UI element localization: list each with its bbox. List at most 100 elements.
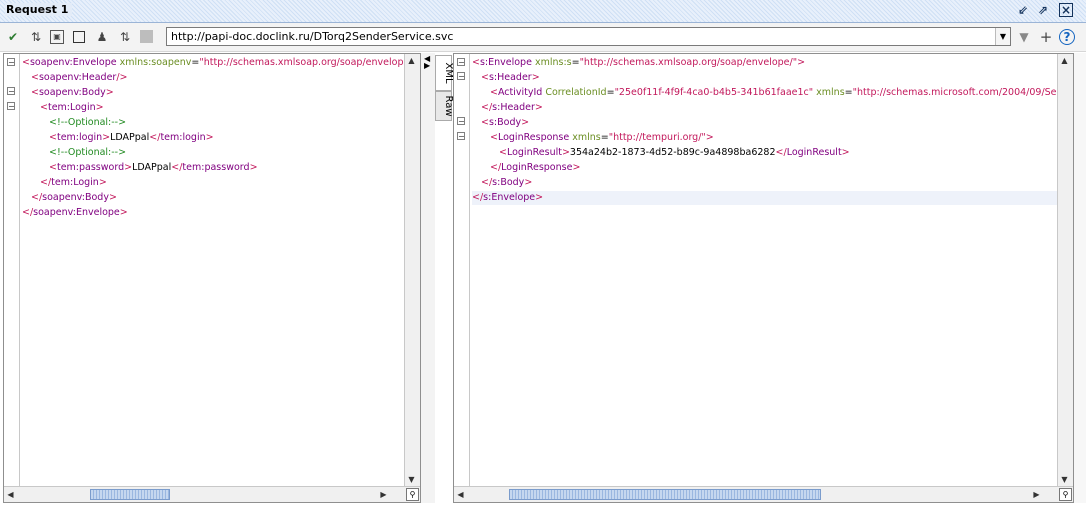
xml-token: "http://schemas.xmlsoap.org/soap/envelop…	[579, 57, 798, 68]
fold-toggle[interactable]: −	[457, 58, 465, 67]
fold-toggle[interactable]: −	[457, 117, 465, 126]
xml-token: s:Body	[492, 177, 525, 188]
xml-line: <!--Optional:-->	[49, 116, 126, 130]
request-xml-editor[interactable]: <soapenv:Envelope xmlns:soapenv="http://…	[20, 54, 404, 486]
detach-icon[interactable]: ⇙	[1016, 3, 1030, 17]
xml-token: soapenv:Body	[38, 87, 106, 98]
inactive-square-icon[interactable]	[140, 30, 153, 43]
xml-line: <tem:Login>	[40, 101, 104, 115]
scroll-right-icon[interactable]: ▶	[1030, 488, 1043, 501]
xml-token: LoginResponse	[501, 162, 573, 173]
xml-token: </	[775, 147, 787, 158]
window-edge	[1074, 53, 1086, 503]
endpoint-input[interactable]	[167, 28, 995, 45]
xml-token: s:Envelope	[483, 192, 536, 203]
xml-line: <soapenv:Envelope xmlns:soapenv="http://…	[22, 56, 403, 70]
scroll-down-icon[interactable]: ▼	[1058, 473, 1071, 486]
xml-line: <ActivityId CorrelationId="25e0f11f-4f9f…	[490, 86, 1057, 100]
xml-token: tem:password	[182, 162, 250, 173]
stop-icon[interactable]	[73, 31, 85, 43]
xml-token: <	[22, 57, 30, 68]
xml-line: </s:Header>	[481, 101, 543, 115]
endpoint-field[interactable]: ▼	[166, 27, 1011, 46]
xml-token: LoginResponse	[497, 132, 570, 143]
response-xml-editor[interactable]: <s:Envelope xmlns:s="http://schemas.xmls…	[470, 54, 1057, 486]
xml-line: <soapenv:Body>	[31, 86, 114, 100]
panel-splitter[interactable]: ◀ ▶	[421, 53, 435, 503]
chevron-down-icon[interactable]: ▼	[995, 28, 1010, 45]
split-horizontal-icon[interactable]: ⇅	[28, 29, 44, 45]
xml-token: >	[108, 192, 117, 203]
xml-token: s:Envelope	[479, 57, 532, 68]
xml-token: LDAPpal	[132, 162, 172, 173]
collapse-arrows-icon[interactable]: ◀ ▶	[424, 55, 430, 70]
user-icon[interactable]: ♟	[94, 29, 110, 45]
xml-token: </	[472, 192, 484, 203]
scroll-left-icon[interactable]: ◀	[4, 488, 17, 501]
fold-toggle[interactable]: −	[457, 72, 465, 81]
split-vertical-icon[interactable]: ⇅	[117, 29, 133, 45]
zoom-icon[interactable]: ⚲	[406, 488, 419, 501]
close-icon[interactable]: ×	[1059, 3, 1073, 17]
xml-token: soapenv:Envelope	[33, 207, 120, 218]
xml-line: <tem:password>LDAPpal</tem:password>	[49, 161, 258, 175]
xml-line: <tem:login>LDAPpal</tem:login>	[49, 131, 214, 145]
maximize-icon[interactable]: ⇗	[1036, 3, 1050, 17]
response-panel: − − − − <s:Envelope xmlns:s="http://sche…	[453, 53, 1074, 503]
xml-token: >	[531, 72, 540, 83]
help-icon[interactable]: ?	[1059, 29, 1075, 45]
tab-raw[interactable]: Raw	[435, 91, 454, 121]
scroll-thumb[interactable]	[509, 489, 821, 500]
xml-token: <	[31, 87, 39, 98]
xml-token: xmlns	[813, 87, 845, 98]
xml-token: </	[149, 132, 161, 143]
xml-token: "http://schemas.microsoft.com/2004/09/Se…	[852, 87, 1057, 98]
xml-line: <s:Header>	[481, 71, 540, 85]
xml-token: >	[535, 192, 544, 203]
tab-xml[interactable]: XML	[435, 55, 454, 91]
scroll-right-icon[interactable]: ▶	[377, 488, 390, 501]
request-vertical-scrollbar[interactable]: ▲ ▼	[404, 54, 420, 486]
scroll-thumb[interactable]	[90, 489, 170, 500]
zoom-icon[interactable]: ⚲	[1059, 488, 1072, 501]
scroll-left-icon[interactable]: ◀	[454, 488, 467, 501]
fold-toggle[interactable]: −	[7, 87, 15, 96]
fold-toggle[interactable]: −	[457, 132, 465, 141]
funnel-icon[interactable]: ▼	[1016, 29, 1032, 45]
xml-line: </soapenv:Envelope>	[22, 206, 128, 220]
fit-window-icon[interactable]: ▣	[50, 30, 64, 44]
xml-token: <	[40, 102, 48, 113]
response-vertical-scrollbar[interactable]: ▲ ▼	[1057, 54, 1073, 486]
response-horizontal-scrollbar[interactable]: ◀ ▶ ⚲	[454, 486, 1073, 502]
xml-line: <soapenv:Header/>	[31, 71, 128, 85]
xml-token: <	[472, 57, 480, 68]
xml-token: tem:password	[56, 162, 125, 173]
xml-token: >	[102, 132, 111, 143]
fold-toggle[interactable]: −	[7, 102, 15, 111]
xml-line: </soapenv:Body>	[31, 191, 117, 205]
submit-request-icon[interactable]: ✔	[5, 29, 21, 45]
xml-token: </	[22, 207, 34, 218]
add-icon[interactable]: +	[1038, 29, 1054, 45]
xml-token: =	[606, 87, 615, 98]
scroll-down-icon[interactable]: ▼	[405, 473, 418, 486]
xml-token: ActivityId	[497, 87, 543, 98]
xml-token: />	[116, 72, 128, 83]
scroll-up-icon[interactable]: ▲	[1058, 54, 1071, 67]
request-horizontal-scrollbar[interactable]: ◀ ▶ ⚲	[4, 486, 420, 502]
xml-token: >	[124, 162, 133, 173]
xml-line: <s:Envelope xmlns:s="http://schemas.xmls…	[472, 56, 805, 70]
xml-token: <	[490, 87, 498, 98]
xml-token: >	[797, 57, 806, 68]
xml-token: >	[521, 117, 530, 128]
xml-token: LoginResult	[786, 147, 842, 158]
xml-token: >	[841, 147, 850, 158]
fold-toggle[interactable]: −	[7, 58, 15, 67]
xml-token: </	[481, 177, 493, 188]
request-gutter: − − −	[4, 54, 20, 486]
title-bar: Request 1 ⇙ ⇗ ×	[0, 0, 1086, 23]
xml-token: =	[571, 57, 580, 68]
scroll-up-icon[interactable]: ▲	[405, 54, 418, 67]
xml-token: soapenv:Envelope	[29, 57, 117, 68]
xml-token: >	[534, 102, 543, 113]
